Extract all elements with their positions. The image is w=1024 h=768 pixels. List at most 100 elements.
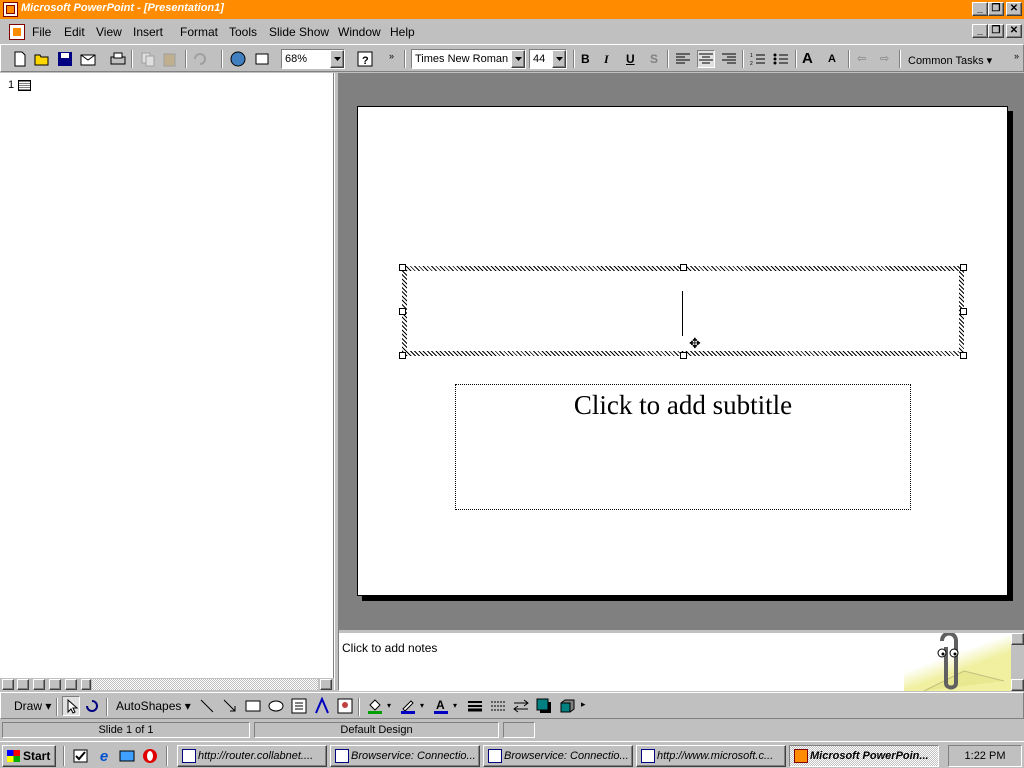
decrease-font-size-icon[interactable]: A	[828, 53, 836, 65]
menu-help[interactable]: Help	[390, 25, 415, 39]
resize-handle[interactable]	[960, 264, 967, 271]
font-size-select[interactable]: 44	[529, 49, 567, 69]
copy-icon[interactable]	[139, 50, 157, 68]
zoom-select[interactable]: 68%	[281, 49, 345, 69]
menu-tools[interactable]: Tools	[229, 25, 257, 39]
undo-icon[interactable]	[191, 50, 209, 68]
dash-style-icon[interactable]	[489, 697, 507, 715]
arrow-icon[interactable]	[221, 697, 239, 715]
clock[interactable]: 1:22 PM	[965, 750, 1006, 762]
resize-handle[interactable]	[960, 308, 967, 315]
wordart-icon[interactable]	[313, 696, 331, 715]
free-rotate-icon[interactable]	[83, 697, 101, 715]
autoshapes-menu-button[interactable]: AutoShapes ▾	[116, 699, 191, 713]
subtitle-placeholder[interactable]: Click to add subtitle	[455, 384, 911, 510]
taskbar-item-powerpoint[interactable]: Microsoft PowerPoin...	[789, 745, 939, 767]
doc-close-button[interactable]: ✕	[1006, 24, 1022, 38]
promote-icon[interactable]: ⇦	[857, 52, 866, 65]
resize-handle[interactable]	[399, 264, 406, 271]
save-icon[interactable]	[56, 50, 74, 68]
title-text-area[interactable]	[407, 271, 959, 351]
outlook-express-icon[interactable]	[118, 747, 136, 765]
increase-font-size-icon[interactable]: A	[802, 50, 813, 67]
shadow-button[interactable]: S	[650, 52, 658, 66]
powerpoint-app-icon[interactable]	[3, 2, 18, 17]
font-color-icon[interactable]: A	[432, 697, 450, 715]
common-tasks-button[interactable]: Common Tasks ▾	[908, 54, 992, 67]
doc-minimize-button[interactable]: _	[972, 24, 988, 38]
menu-file[interactable]: File	[32, 25, 51, 39]
chevron-down-icon[interactable]: ▾	[420, 701, 424, 710]
taskbar-item-browservice-1[interactable]: Browservice: Connectio...	[330, 745, 480, 767]
taskbar-item-microsoft[interactable]: http://www.microsoft.c...	[636, 745, 786, 767]
notes-pane[interactable]: Click to add notes	[339, 631, 1011, 692]
normal-view-icon[interactable]	[2, 679, 14, 690]
menu-view[interactable]: View	[96, 25, 122, 39]
numbering-icon[interactable]: 12	[749, 50, 767, 68]
title-placeholder[interactable]	[402, 266, 964, 356]
menu-edit[interactable]: Edit	[64, 25, 85, 39]
clip-art-icon[interactable]	[336, 697, 354, 715]
paste-icon[interactable]	[161, 50, 179, 68]
tables-borders-icon[interactable]	[253, 50, 271, 68]
oval-icon[interactable]	[267, 697, 285, 715]
align-right-icon[interactable]	[720, 50, 738, 68]
more-buttons-icon[interactable]: ▸	[581, 699, 586, 710]
slide-sorter-icon[interactable]	[49, 679, 61, 690]
underline-button[interactable]: U	[626, 52, 635, 66]
align-left-icon[interactable]	[674, 50, 692, 68]
fill-color-icon[interactable]	[366, 697, 384, 715]
shadow-icon[interactable]	[535, 697, 553, 715]
chevron-down-icon[interactable]: ▾	[453, 701, 457, 710]
print-icon[interactable]	[109, 50, 127, 68]
arrow-style-icon[interactable]	[512, 697, 530, 715]
text-box-icon[interactable]	[290, 697, 308, 715]
line-color-icon[interactable]	[399, 697, 417, 715]
more-buttons-icon[interactable]: »	[389, 51, 394, 61]
office-assistant[interactable]	[904, 631, 1011, 692]
menu-slide-show[interactable]: Slide Show	[269, 25, 329, 39]
internet-explorer-icon[interactable]: e	[95, 747, 113, 765]
slide-thumbnail-icon[interactable]	[18, 80, 31, 91]
show-desktop-icon[interactable]	[72, 747, 90, 765]
line-icon[interactable]	[198, 697, 216, 715]
resize-handle[interactable]	[680, 264, 687, 271]
notes-scrollbar[interactable]	[1011, 633, 1024, 691]
align-center-icon[interactable]	[697, 50, 715, 68]
bullets-icon[interactable]	[772, 50, 790, 68]
italic-button[interactable]: I	[604, 52, 609, 67]
taskbar-item-router[interactable]: http://router.collabnet....	[177, 745, 327, 767]
chevron-down-icon[interactable]	[552, 50, 566, 68]
scroll-down-icon[interactable]	[1011, 679, 1024, 691]
more-buttons-icon[interactable]: »	[1014, 51, 1019, 61]
slide-show-icon[interactable]	[65, 679, 77, 690]
resize-handle[interactable]	[399, 352, 406, 359]
menu-window[interactable]: Window	[338, 25, 381, 39]
slide-canvas[interactable]: ✥ Click to add subtitle	[357, 106, 1008, 596]
document-icon[interactable]	[9, 24, 25, 40]
scroll-left-icon[interactable]	[81, 679, 91, 690]
scroll-up-icon[interactable]	[1011, 633, 1024, 645]
rectangle-icon[interactable]	[244, 697, 262, 715]
close-button[interactable]: ✕	[1006, 2, 1022, 16]
outline-view-icon[interactable]	[17, 679, 29, 690]
scroll-right-icon[interactable]	[320, 679, 332, 690]
select-objects-icon[interactable]	[62, 696, 80, 716]
restore-button[interactable]: ❐	[988, 2, 1004, 16]
line-style-icon[interactable]	[466, 697, 484, 715]
email-icon[interactable]	[79, 50, 97, 68]
open-icon[interactable]	[33, 50, 51, 68]
resize-handle[interactable]	[680, 352, 687, 359]
chevron-down-icon[interactable]: ▾	[387, 701, 391, 710]
resize-handle[interactable]	[399, 308, 406, 315]
outline-pane[interactable]: 1	[0, 73, 334, 678]
bold-button[interactable]: B	[581, 52, 590, 66]
font-select[interactable]: Times New Roman	[411, 49, 526, 69]
menu-format[interactable]: Format	[180, 25, 218, 39]
chevron-down-icon[interactable]	[330, 50, 344, 68]
doc-restore-button[interactable]: ❐	[988, 24, 1004, 38]
3d-icon[interactable]	[558, 697, 576, 715]
minimize-button[interactable]: _	[972, 2, 988, 16]
resize-handle[interactable]	[960, 352, 967, 359]
draw-menu-button[interactable]: Draw ▾	[14, 699, 51, 713]
